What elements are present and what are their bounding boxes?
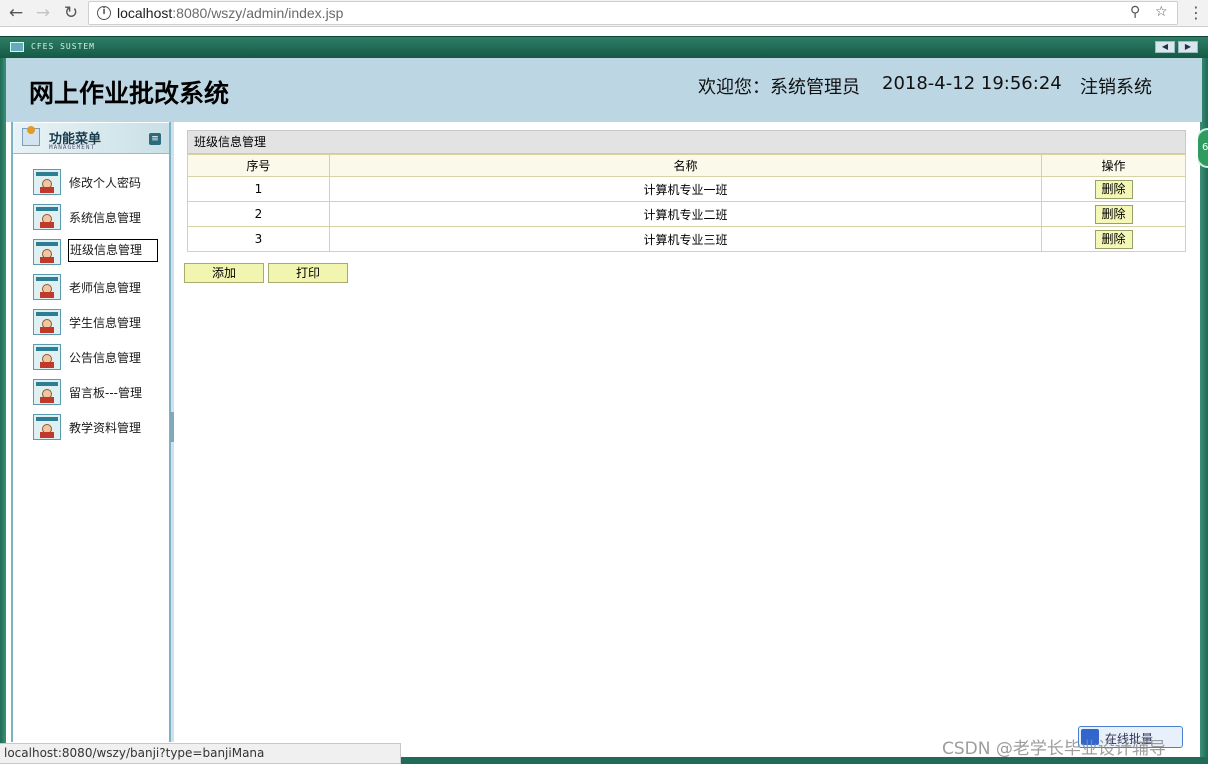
table-row: 2 计算机专业二班 删除 xyxy=(187,201,1186,227)
watermark: CSDN @老学长毕业设计辅导 xyxy=(942,739,1166,759)
sidebar-item-label: 留言板---管理 xyxy=(69,386,142,400)
cell-name: 计算机专业三班 xyxy=(328,226,1043,252)
cell-index: 1 xyxy=(187,176,330,202)
user-card-icon xyxy=(33,239,61,265)
user-card-icon xyxy=(33,379,61,405)
table-header-row: 序号 名称 操作 xyxy=(187,154,1186,177)
sidebar-item-label: 系统信息管理 xyxy=(69,211,142,225)
app-header: 网上作业批改系统 欢迎您：系统管理员 2018-4-12 19:56:24 注销… xyxy=(6,58,1202,122)
main-content: 班级信息管理 序号 名称 操作 1 计算机专业一班 删除 2 计算机专业二班 删… xyxy=(174,122,1198,738)
reload-icon[interactable]: ↻ xyxy=(61,3,81,23)
key-icon[interactable]: ⚲ xyxy=(1130,4,1140,20)
user-card-icon xyxy=(33,414,61,440)
sidebar-item-teacher-info[interactable]: 老师信息管理 xyxy=(33,274,163,300)
sidebar-item-notice-info[interactable]: 公告信息管理 xyxy=(33,344,163,370)
user-card-icon xyxy=(33,169,61,195)
cell-index: 2 xyxy=(187,201,330,227)
table-row: 1 计算机专业一班 删除 xyxy=(187,176,1186,202)
cell-action: 删除 xyxy=(1041,226,1186,252)
sidebar-item-label: 修改个人密码 xyxy=(69,176,142,190)
class-table: 序号 名称 操作 1 计算机专业一班 删除 2 计算机专业二班 删除 3 计算机… xyxy=(187,154,1186,252)
menu-icon xyxy=(22,126,40,146)
print-button[interactable]: 打印 xyxy=(268,263,348,283)
sidebar-item-system-info[interactable]: 系统信息管理 xyxy=(33,204,163,230)
sidebar-item-label: 班级信息管理 xyxy=(68,239,158,262)
add-button[interactable]: 添加 xyxy=(184,263,264,283)
delete-button[interactable]: 删除 xyxy=(1094,179,1133,199)
sidebar-item-teaching-materials[interactable]: 教学资料管理 xyxy=(33,414,163,440)
cell-name: 计算机专业一班 xyxy=(328,176,1043,202)
column-header-name: 名称 xyxy=(328,154,1043,177)
frame-title-bar: CFES SUSTEM ◀ ▶ xyxy=(0,36,1208,58)
menu-header: 功能菜单 MANAGEMENT ≡ xyxy=(13,123,169,154)
user-card-icon xyxy=(33,309,61,335)
frame-left-border xyxy=(0,58,6,764)
url-text: localhost:8080/wszy/admin/index.jsp xyxy=(117,5,344,21)
sidebar-item-label: 学生信息管理 xyxy=(69,316,142,330)
welcome-text: 欢迎您：系统管理员 xyxy=(698,77,860,98)
collapse-icon[interactable]: ≡ xyxy=(149,133,161,145)
next-arrow-icon[interactable]: ▶ xyxy=(1178,41,1198,53)
sidebar-item-label: 老师信息管理 xyxy=(69,281,142,295)
info-icon[interactable]: i xyxy=(97,6,111,20)
column-header-action: 操作 xyxy=(1041,154,1186,177)
cell-index: 3 xyxy=(187,226,330,252)
sidebar-item-label: 教学资料管理 xyxy=(69,421,142,435)
user-card-icon xyxy=(33,204,61,230)
logout-link[interactable]: 注销系统 xyxy=(1080,73,1152,99)
sidebar-item-student-info[interactable]: 学生信息管理 xyxy=(33,309,163,335)
cell-action: 删除 xyxy=(1041,176,1186,202)
cell-action: 删除 xyxy=(1041,201,1186,227)
user-card-icon xyxy=(33,274,61,300)
panel-title: 班级信息管理 xyxy=(187,130,1186,154)
browser-menu-icon[interactable]: ⋮ xyxy=(1188,3,1204,22)
current-datetime: 2018-4-12 19:56:24 xyxy=(882,73,1062,94)
cell-name: 计算机专业二班 xyxy=(328,201,1043,227)
system-label: CFES SUSTEM xyxy=(31,42,95,51)
sidebar-menu: 功能菜单 MANAGEMENT ≡ 修改个人密码 系统信息管理 班级信息管理 老… xyxy=(11,122,171,742)
table-row: 3 计算机专业三班 删除 xyxy=(187,226,1186,252)
sidebar-item-label: 公告信息管理 xyxy=(69,351,142,365)
sidebar-item-message-board[interactable]: 留言板---管理 xyxy=(33,379,163,405)
back-icon[interactable]: ← xyxy=(6,3,26,23)
app-title: 网上作业批改系统 xyxy=(29,79,230,108)
prev-arrow-icon[interactable]: ◀ xyxy=(1155,41,1175,53)
monitor-icon xyxy=(10,42,24,52)
menu-subtitle: MANAGEMENT xyxy=(49,144,96,151)
forward-icon[interactable]: → xyxy=(33,3,53,23)
status-bar: localhost:8080/wszy/banji?type=banjiMana xyxy=(0,743,401,764)
user-card-icon xyxy=(33,344,61,370)
star-icon[interactable]: ☆ xyxy=(1155,4,1168,20)
address-bar[interactable]: i localhost:8080/wszy/admin/index.jsp ⚲ … xyxy=(88,1,1178,25)
delete-button[interactable]: 删除 xyxy=(1094,204,1133,224)
delete-button[interactable]: 删除 xyxy=(1094,229,1133,249)
sidebar-item-class-info[interactable]: 班级信息管理 xyxy=(33,239,163,265)
sidebar-item-change-password[interactable]: 修改个人密码 xyxy=(33,169,163,195)
column-header-index: 序号 xyxy=(187,154,330,177)
browser-toolbar: ← → ↻ i localhost:8080/wszy/admin/index.… xyxy=(0,0,1208,27)
